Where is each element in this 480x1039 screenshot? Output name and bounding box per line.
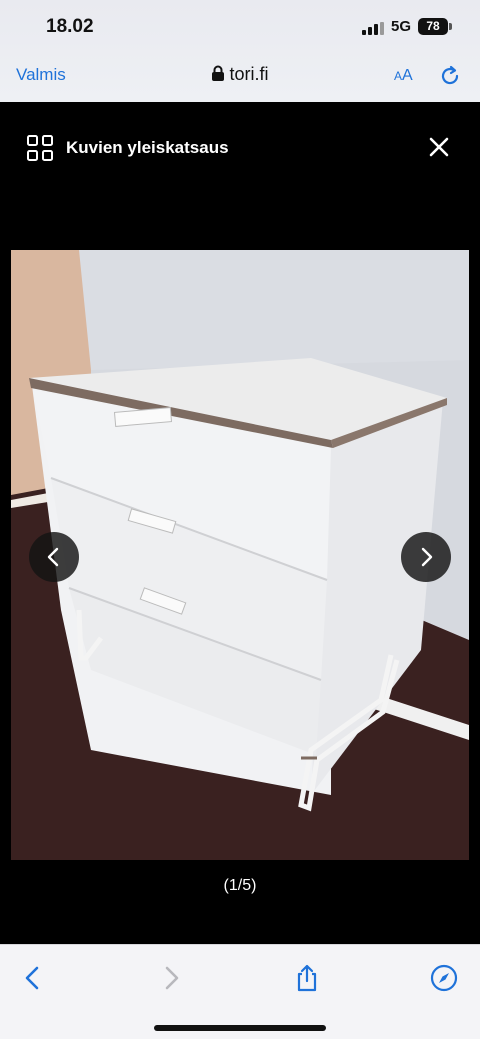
image-viewer: Kuvien yleiskatsaus (1/5)	[0, 102, 480, 944]
forward-icon[interactable]	[156, 963, 186, 993]
text-size-button[interactable]: AA	[394, 67, 413, 85]
share-icon[interactable]	[292, 963, 322, 993]
status-time: 18.02	[46, 16, 94, 37]
chevron-left-icon	[47, 547, 59, 567]
browser-chrome: 18.02 5G 78 Valmis tori.fi AA	[0, 0, 480, 102]
next-image-button[interactable]	[401, 532, 451, 582]
viewer-title: Kuvien yleiskatsaus	[66, 138, 229, 157]
close-icon[interactable]	[427, 135, 451, 159]
reload-icon[interactable]	[438, 64, 462, 88]
signal-icon	[362, 22, 384, 35]
url-bar: Valmis tori.fi AA	[0, 54, 480, 98]
compass-icon[interactable]	[429, 963, 459, 993]
battery-icon: 78	[418, 18, 452, 35]
chevron-right-icon	[421, 547, 433, 567]
status-bar: 18.02 5G 78	[0, 0, 480, 54]
battery-level: 78	[426, 19, 440, 33]
previous-image-button[interactable]	[29, 532, 79, 582]
grid-icon[interactable]	[27, 135, 53, 161]
address-text: tori.fi	[229, 64, 269, 84]
network-type: 5G	[391, 18, 412, 35]
home-indicator	[154, 1025, 326, 1031]
image-counter: (1/5)	[223, 877, 257, 894]
text-size-small: A	[394, 69, 403, 83]
browser-toolbar	[0, 944, 480, 1039]
back-icon[interactable]	[18, 963, 48, 993]
text-size-large: A	[402, 67, 413, 84]
lock-icon	[212, 65, 225, 81]
